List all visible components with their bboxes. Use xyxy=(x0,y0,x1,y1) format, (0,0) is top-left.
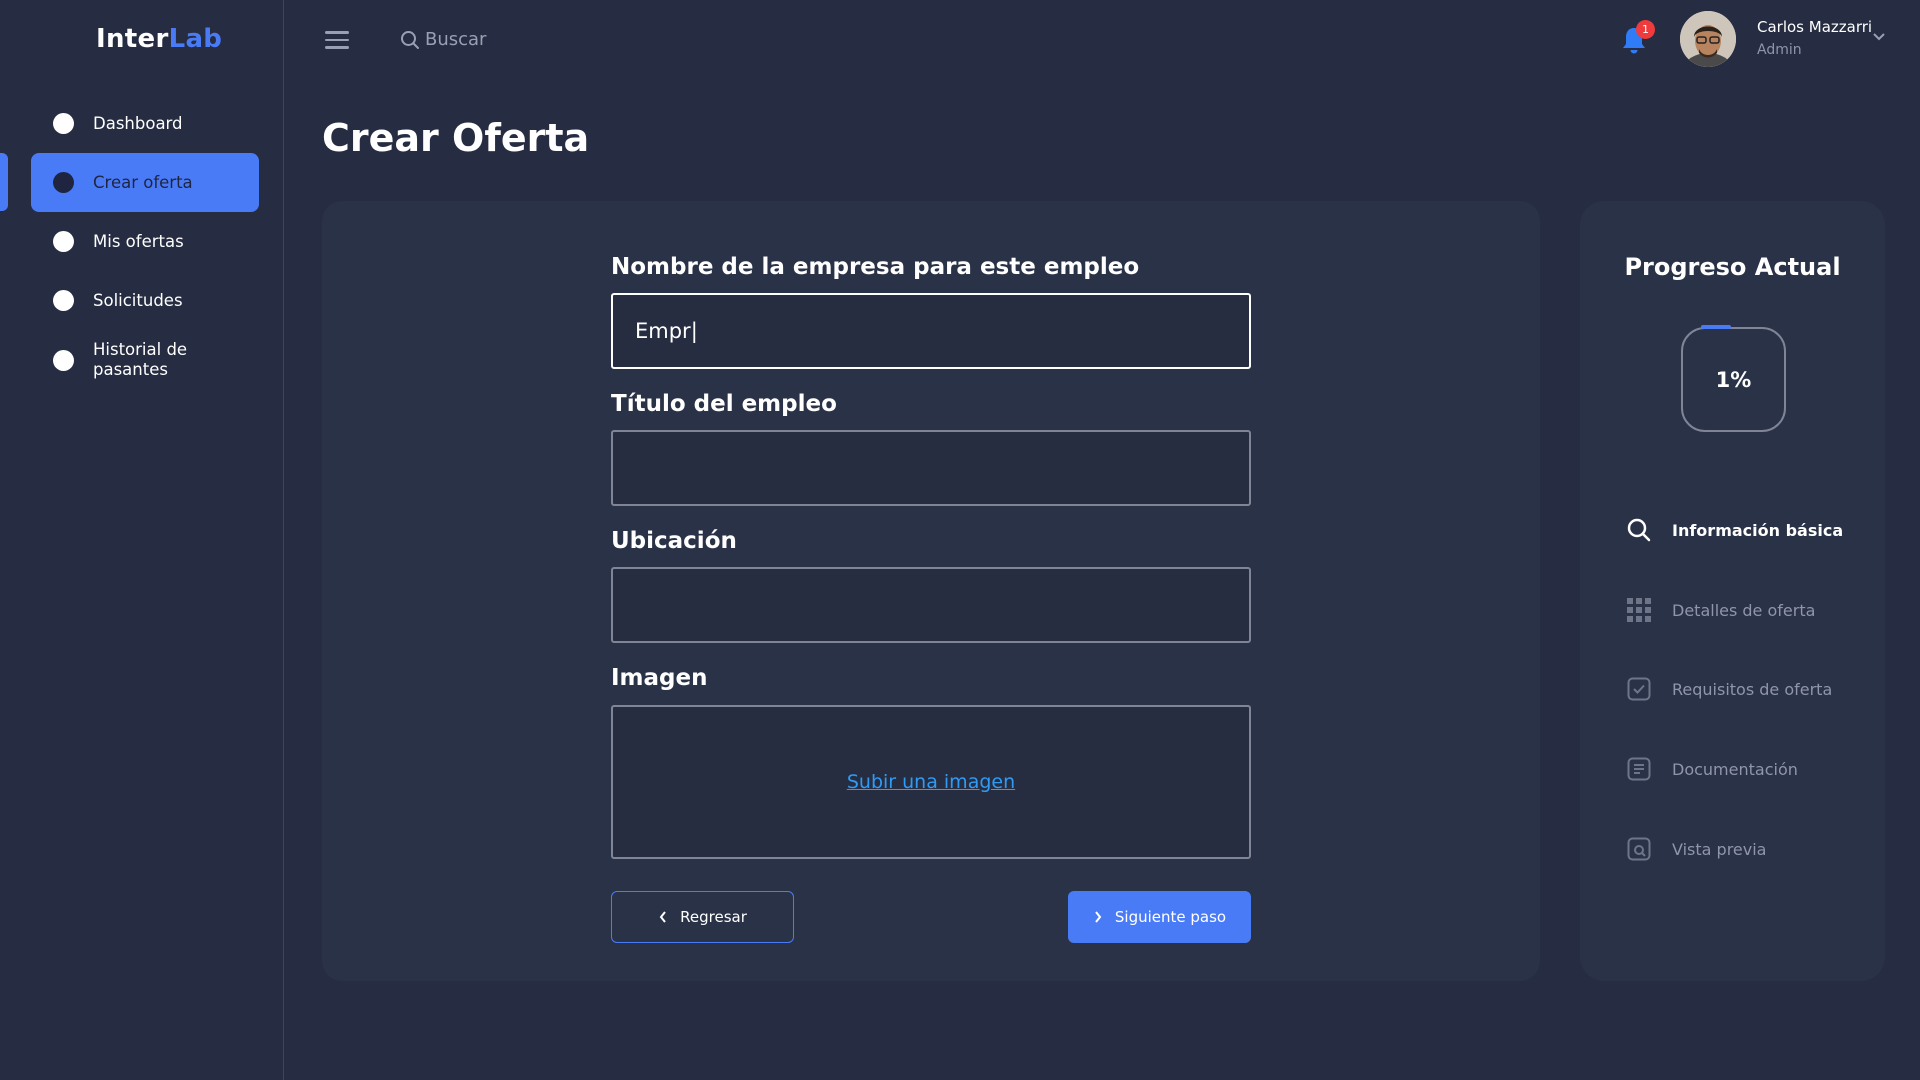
step-requisitos-oferta[interactable]: Requisitos de oferta xyxy=(1626,674,1866,704)
image-upload-box[interactable]: Subir una imagen xyxy=(611,705,1251,859)
step-label: Requisitos de oferta xyxy=(1672,679,1833,699)
job-title-input[interactable] xyxy=(611,430,1251,506)
location-input[interactable] xyxy=(611,567,1251,643)
checkbox-icon xyxy=(1626,676,1652,702)
sidebar-item-label: Historial de pasantes xyxy=(93,340,188,379)
next-step-button[interactable]: Siguiente paso xyxy=(1068,891,1251,943)
sidebar-item-label: Mis ofertas xyxy=(93,231,184,251)
progress-title: Progreso Actual xyxy=(1624,253,1841,281)
menu-icon[interactable] xyxy=(325,31,349,49)
search-icon xyxy=(1626,517,1652,543)
location-label: Ubicación xyxy=(611,528,737,554)
sidebar-item-historial[interactable]: Historial de pasantes xyxy=(31,330,259,390)
chevron-right-icon xyxy=(1095,911,1102,923)
dot-icon xyxy=(53,172,74,193)
job-title-label: Título del empleo xyxy=(611,391,837,417)
notification-badge: 1 xyxy=(1636,20,1655,39)
step-label: Vista previa xyxy=(1672,839,1767,859)
back-button[interactable]: Regresar xyxy=(611,891,794,943)
sidebar-item-label: Dashboard xyxy=(93,113,183,133)
image-label: Imagen xyxy=(611,665,708,691)
company-name-input[interactable] xyxy=(611,293,1251,369)
progress-indicator: 1% xyxy=(1681,327,1786,432)
step-label: Detalles de oferta xyxy=(1672,600,1816,620)
step-label: Información básica xyxy=(1672,520,1844,540)
dot-icon xyxy=(53,349,74,371)
step-label: Documentación xyxy=(1672,759,1798,779)
sidebar-item-dashboard[interactable]: Dashboard xyxy=(31,94,259,153)
avatar[interactable] xyxy=(1680,11,1736,67)
user-role: Admin xyxy=(1757,42,1802,58)
user-name: Carlos Mazzarri xyxy=(1757,18,1873,36)
chevron-down-icon[interactable] xyxy=(1872,32,1886,42)
upload-image-link[interactable]: Subir una imagen xyxy=(847,771,1015,793)
progress-percent: 1% xyxy=(1715,367,1752,392)
sidebar-item-crear-oferta[interactable]: Crear oferta xyxy=(31,153,259,212)
dot-icon xyxy=(53,290,74,311)
sidebar-item-label: Solicitudes xyxy=(93,290,183,310)
step-detalles-oferta[interactable]: Detalles de oferta xyxy=(1626,595,1866,625)
progress-arc xyxy=(1701,325,1731,329)
dot-icon xyxy=(53,113,74,134)
logo-text-inter: Inter xyxy=(96,24,169,54)
sidebar: InterLab Dashboard Crear oferta Mis ofer… xyxy=(0,0,284,1080)
page-title: Crear Oferta xyxy=(322,116,590,160)
next-step-button-label: Siguiente paso xyxy=(1114,908,1227,926)
sidebar-item-label: Crear oferta xyxy=(93,172,193,192)
step-informacion-basica[interactable]: Información básica xyxy=(1626,515,1866,545)
logo-text-lab: Lab xyxy=(168,24,223,54)
active-marker xyxy=(0,153,8,211)
progress-card xyxy=(1580,201,1885,981)
document-icon xyxy=(1626,756,1652,782)
chevron-left-icon xyxy=(659,911,666,923)
logo[interactable]: InterLab xyxy=(96,24,222,54)
preview-icon xyxy=(1626,836,1652,862)
company-label: Nombre de la empresa para este empleo xyxy=(611,254,1140,280)
dot-icon xyxy=(53,231,74,252)
step-vista-previa[interactable]: Vista previa xyxy=(1626,834,1866,864)
search-input[interactable] xyxy=(425,24,685,54)
grid-icon xyxy=(1626,597,1652,623)
search-icon xyxy=(401,31,419,49)
sidebar-item-mis-ofertas[interactable]: Mis ofertas xyxy=(31,212,259,271)
sidebar-item-solicitudes[interactable]: Solicitudes xyxy=(31,271,259,330)
step-documentacion[interactable]: Documentación xyxy=(1626,754,1866,784)
back-button-label: Regresar xyxy=(680,908,747,926)
